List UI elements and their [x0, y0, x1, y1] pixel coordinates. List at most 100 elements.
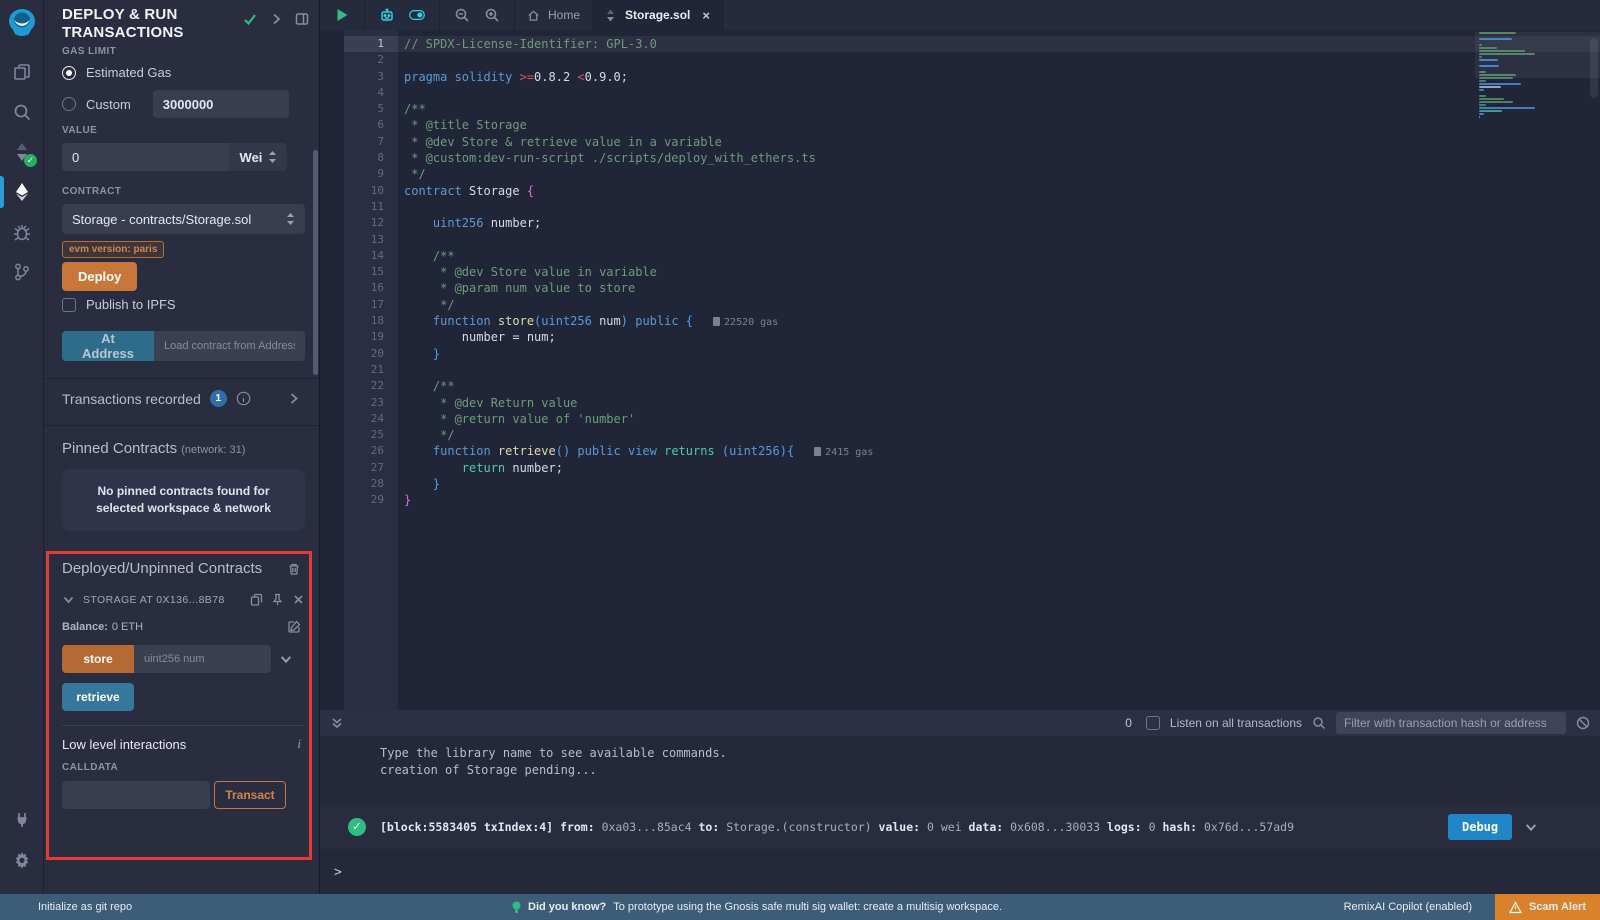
- retrieve-function-button[interactable]: retrieve: [62, 683, 134, 711]
- store-function-button[interactable]: store: [62, 645, 134, 673]
- estimated-gas-radio[interactable]: [62, 66, 76, 80]
- estimated-gas-label: Estimated Gas: [86, 65, 171, 80]
- custom-gas-radio[interactable]: [62, 97, 76, 111]
- pinned-contracts-title: Pinned Contracts (network: 31): [62, 440, 305, 457]
- publish-ipfs-checkbox[interactable]: [62, 298, 76, 312]
- transactions-recorded-row[interactable]: Transactions recorded 1: [62, 390, 305, 407]
- lightbulb-icon: [512, 901, 521, 914]
- transact-button[interactable]: Transact: [214, 781, 286, 809]
- listen-all-checkbox[interactable]: [1146, 716, 1160, 730]
- panel-forward-icon[interactable]: [269, 12, 283, 26]
- terminal-log-line: Type the library name to see available c…: [320, 736, 1600, 762]
- custom-gas-label: Custom: [86, 97, 131, 112]
- terminal-header: 0 Listen on all transactions: [320, 710, 1600, 736]
- publish-ipfs-option[interactable]: Publish to IPFS: [62, 297, 305, 312]
- zoom-in-icon[interactable]: [484, 7, 500, 23]
- clear-filter-icon[interactable]: [1576, 716, 1590, 730]
- panel-scrollbar[interactable]: [313, 150, 318, 375]
- code-lines: // SPDX-License-Identifier: GPL-3.0pragm…: [404, 36, 1530, 509]
- warning-icon: [1509, 901, 1522, 914]
- chevron-right-icon[interactable]: [286, 391, 301, 406]
- git-init-status[interactable]: Initialize as git repo: [38, 901, 132, 913]
- compiler-success-badge: ✓: [24, 154, 37, 167]
- solidity-file-icon: [604, 9, 617, 22]
- value-label: VALUE: [62, 125, 305, 136]
- expand-tx-icon[interactable]: [1524, 820, 1538, 834]
- minimap-slider[interactable]: [1475, 32, 1600, 78]
- store-arg-input[interactable]: [134, 645, 271, 673]
- collapse-terminal-icon[interactable]: [330, 716, 344, 730]
- pin-icon[interactable]: [271, 593, 284, 606]
- sidebar-item-solidity-compiler[interactable]: ✓: [0, 132, 44, 172]
- deployed-contract-header[interactable]: STORAGE AT 0X136...8B78: [62, 593, 305, 606]
- terminal-log-line: creation of Storage pending...: [320, 762, 1600, 779]
- minimap[interactable]: [1479, 32, 1537, 119]
- tx-details: [block:5583405 txIndex:4] from: 0xa03...…: [380, 820, 1440, 834]
- estimated-gas-option[interactable]: Estimated Gas: [62, 65, 305, 80]
- environment-ok-icon: [243, 12, 257, 26]
- at-address-input[interactable]: [154, 331, 305, 361]
- sidebar-item-file-explorer[interactable]: [0, 52, 44, 92]
- close-icon[interactable]: [292, 593, 305, 606]
- chevron-down-icon[interactable]: [62, 593, 75, 606]
- value-unit-select[interactable]: Wei: [230, 143, 287, 171]
- sidebar-item-git[interactable]: [0, 252, 44, 292]
- updown-icon: [286, 213, 295, 225]
- filter-transactions-input[interactable]: [1336, 712, 1566, 734]
- gas-limit-label: GAS LIMIT: [62, 46, 305, 57]
- balance-value: 0 ETH: [112, 621, 143, 633]
- value-input[interactable]: [62, 143, 230, 171]
- transaction-count: 0: [1125, 716, 1132, 730]
- scam-alert-button[interactable]: Scam Alert: [1495, 894, 1600, 920]
- did-you-know-tip: Did you know? To prototype using the Gno…: [512, 901, 1002, 914]
- close-tab-icon[interactable]: ×: [702, 8, 710, 23]
- transaction-log-row[interactable]: ✓ [block:5583405 txIndex:4] from: 0xa03.…: [320, 805, 1600, 849]
- pin-panel-icon[interactable]: [295, 12, 309, 26]
- terminal-prompt[interactable]: >: [334, 865, 342, 880]
- contract-label: CONTRACT: [62, 186, 305, 197]
- sidebar-item-plugin-manager[interactable]: [0, 800, 44, 840]
- copy-icon[interactable]: [250, 593, 263, 606]
- calldata-input[interactable]: [62, 781, 210, 809]
- publish-ipfs-label: Publish to IPFS: [86, 297, 176, 312]
- ai-copilot-robot-icon[interactable]: [379, 7, 395, 23]
- remix-logo[interactable]: [5, 8, 39, 38]
- sidebar-item-debugger[interactable]: [0, 212, 44, 252]
- expand-args-icon[interactable]: [279, 652, 293, 666]
- transactions-recorded-title: Transactions recorded: [62, 391, 201, 407]
- tab-storage-sol[interactable]: Storage.sol ×: [592, 0, 723, 30]
- contract-selected: Storage - contracts/Storage.sol: [72, 212, 286, 227]
- info-icon: [236, 391, 251, 406]
- custom-gas-input[interactable]: [153, 90, 289, 118]
- zoom-out-icon[interactable]: [454, 7, 470, 23]
- at-address-button[interactable]: At Address: [62, 331, 154, 361]
- editor-toolbar: Home Storage.sol ×: [320, 0, 1600, 30]
- edit-icon[interactable]: [288, 620, 301, 633]
- transactions-count-badge: 1: [210, 390, 227, 407]
- editor-scrollbar[interactable]: [1590, 38, 1598, 98]
- trash-icon[interactable]: [287, 562, 301, 576]
- contract-select[interactable]: Storage - contracts/Storage.sol: [62, 204, 305, 234]
- deployed-contracts-title: Deployed/Unpinned Contracts: [62, 560, 262, 577]
- updown-icon: [268, 151, 277, 163]
- deployed-contract-name: STORAGE AT 0X136...8B78: [83, 594, 242, 606]
- copilot-toggle-icon[interactable]: [409, 7, 425, 23]
- listen-all-label: Listen on all transactions: [1170, 716, 1302, 730]
- copilot-status[interactable]: RemixAI Copilot (enabled): [1344, 901, 1472, 913]
- code-area[interactable]: 1234567891011121314151617181920212223242…: [320, 30, 1600, 710]
- run-script-icon[interactable]: [334, 7, 350, 23]
- deploy-button[interactable]: Deploy: [62, 262, 137, 291]
- tab-home[interactable]: Home: [515, 0, 592, 30]
- remix-ide-window: ✓ DEPLOY & RUN TRANSACTIONS: [0, 0, 1600, 920]
- balance-label: Balance:: [62, 621, 108, 633]
- pinned-network-label: (network: 31): [181, 444, 245, 456]
- pinned-empty-message: No pinned contracts found for selected w…: [62, 469, 305, 531]
- tx-success-icon: ✓: [348, 818, 366, 836]
- vertical-icon-panel: ✓: [0, 0, 44, 894]
- home-icon: [527, 9, 540, 22]
- sidebar-item-search[interactable]: [0, 92, 44, 132]
- sidebar-item-settings[interactable]: [0, 840, 44, 880]
- terminal-body[interactable]: Type the library name to see available c…: [320, 736, 1600, 894]
- sidebar-item-deploy-and-run[interactable]: [0, 172, 44, 212]
- debug-button[interactable]: Debug: [1448, 814, 1512, 840]
